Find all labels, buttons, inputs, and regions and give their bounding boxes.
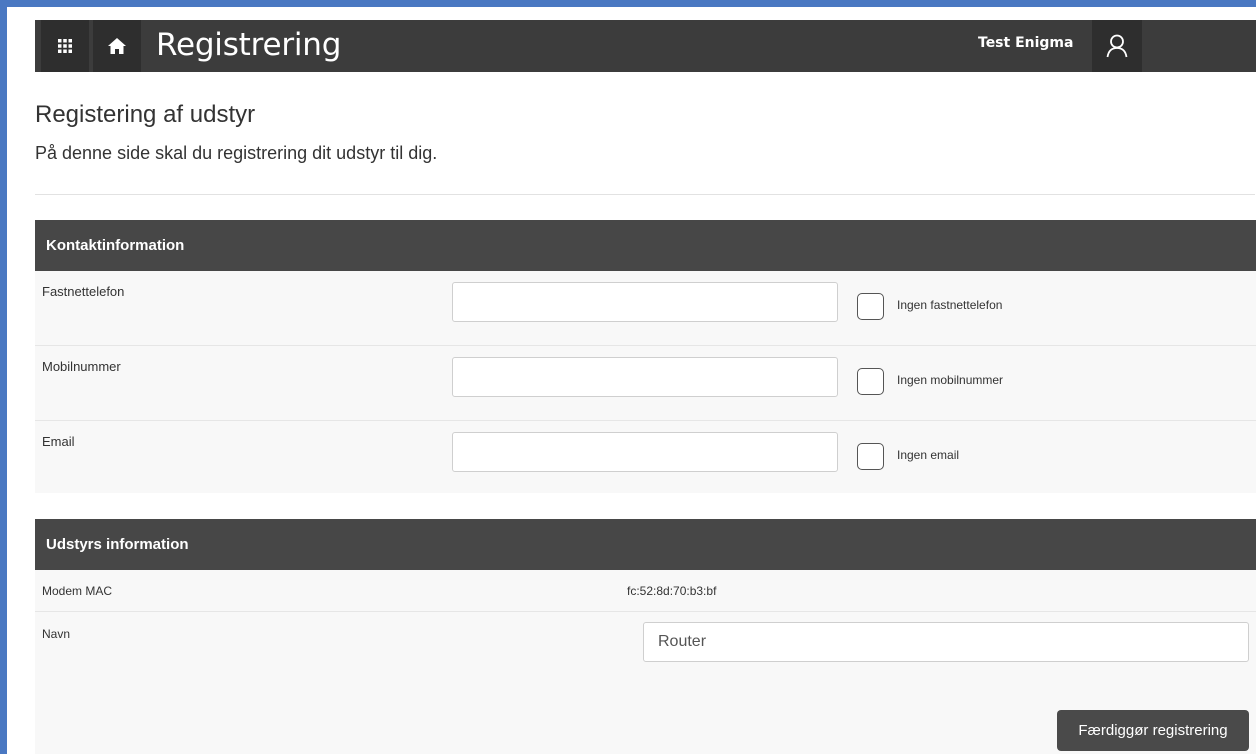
email-row: Email Ingen email (35, 421, 1256, 493)
mac-value: fc:52:8d:70:b3:bf (627, 584, 717, 598)
apps-menu-button[interactable] (41, 20, 89, 72)
email-input[interactable] (452, 432, 838, 472)
user-name[interactable]: Test Enigma (978, 35, 1073, 51)
page-subtitle: På denne side skal du registrering dit u… (35, 143, 438, 163)
no-mobile-checkbox[interactable] (857, 368, 884, 395)
contact-panel: Fastnettelefon Ingen fastnettelefon Mobi… (35, 271, 1256, 493)
no-email-checkbox[interactable] (857, 443, 884, 470)
no-landline-label: Ingen fastnettelefon (897, 298, 1003, 312)
name-row: Navn (35, 612, 1256, 692)
landline-label: Fastnettelefon (42, 284, 125, 299)
landline-row: Fastnettelefon Ingen fastnettelefon (35, 271, 1256, 346)
no-landline-checkbox[interactable] (857, 293, 884, 320)
no-email-label: Ingen email (897, 448, 960, 462)
user-menu-button[interactable] (1092, 20, 1142, 72)
app-title: Registrering (156, 27, 342, 63)
email-label: Email (42, 434, 75, 449)
apps-grid-icon (58, 39, 72, 53)
mobile-input[interactable] (452, 357, 838, 397)
user-icon (1106, 34, 1128, 58)
landline-input[interactable] (452, 282, 838, 322)
mobile-label: Mobilnummer (42, 359, 121, 374)
name-label: Navn (42, 627, 71, 641)
mac-label: Modem MAC (42, 584, 113, 598)
contact-panel-header: Kontaktinformation (35, 220, 1256, 271)
device-name-input[interactable] (643, 622, 1249, 662)
page-title: Registering af udstyr (35, 101, 256, 128)
home-icon (108, 38, 126, 54)
mobile-row: Mobilnummer Ingen mobilnummer (35, 346, 1256, 421)
finish-registration-button[interactable]: Færdiggør registrering (1057, 710, 1249, 751)
no-mobile-label: Ingen mobilnummer (897, 373, 1004, 387)
top-bar: Registrering Test Enigma (35, 20, 1256, 72)
home-button[interactable] (93, 20, 141, 72)
browser-frame: Registrering Test Enigma Registering af … (0, 0, 1256, 754)
divider (35, 194, 1255, 195)
equipment-panel-header: Udstyrs information (35, 519, 1256, 570)
mac-row: Modem MAC fc:52:8d:70:b3:bf (35, 570, 1256, 612)
